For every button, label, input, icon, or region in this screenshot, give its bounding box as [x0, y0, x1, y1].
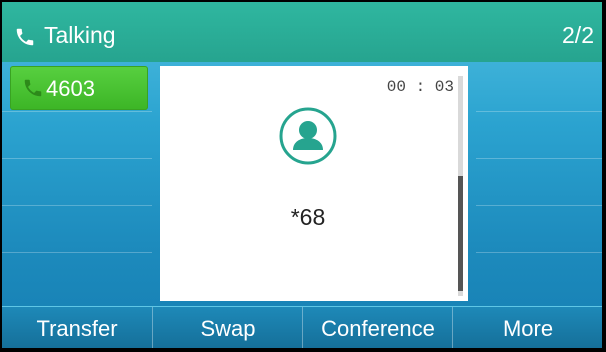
swap-softkey[interactable]: Swap — [152, 307, 303, 348]
line-key-slot-empty[interactable] — [2, 111, 152, 159]
line-key-slot: 4603 — [2, 64, 152, 112]
line-key-slot-empty[interactable] — [476, 111, 602, 159]
transfer-softkey[interactable]: Transfer — [2, 307, 152, 348]
active-call-card: 00 : 03 *68 — [160, 66, 468, 301]
scrollbar-thumb[interactable] — [458, 176, 463, 291]
more-softkey[interactable]: More — [452, 307, 602, 348]
phone-screen: Talking 2/2 4603 00: 03 *68 Transfer Sw… — [0, 0, 606, 352]
conference-softkey[interactable]: Conference — [302, 307, 453, 348]
line-key-slot-empty[interactable] — [476, 64, 602, 112]
title-bar: Talking 2/2 — [2, 2, 602, 62]
remote-number: *68 — [290, 204, 326, 230]
call-count: 2/2 — [562, 22, 594, 48]
line-key-slot-empty[interactable] — [2, 252, 152, 299]
call-duration: 00 : 03 — [386, 78, 454, 96]
line-key-slot-empty[interactable] — [2, 205, 152, 253]
call-status-title: Talking — [44, 22, 116, 48]
line-key-slot-empty[interactable] — [476, 205, 602, 253]
phone-icon — [24, 79, 42, 97]
line-key-label: 4603 — [46, 76, 95, 101]
display-frame: Talking 2/2 4603 00: 03 *68 Transfer Sw… — [2, 2, 602, 348]
softkey-bar: Transfer Swap Conference More — [2, 306, 602, 348]
line-key-slot-empty[interactable] — [476, 158, 602, 206]
phone-icon — [16, 28, 34, 46]
line-key-slot-empty[interactable] — [476, 252, 602, 299]
line-key-slot-empty[interactable] — [2, 158, 152, 206]
contact-avatar-icon — [279, 107, 337, 165]
left-line-keys: 4603 — [2, 64, 152, 300]
right-line-keys — [476, 64, 602, 300]
line-key-4603[interactable]: 4603 — [10, 66, 148, 110]
call-list-scrollbar[interactable] — [458, 76, 463, 296]
